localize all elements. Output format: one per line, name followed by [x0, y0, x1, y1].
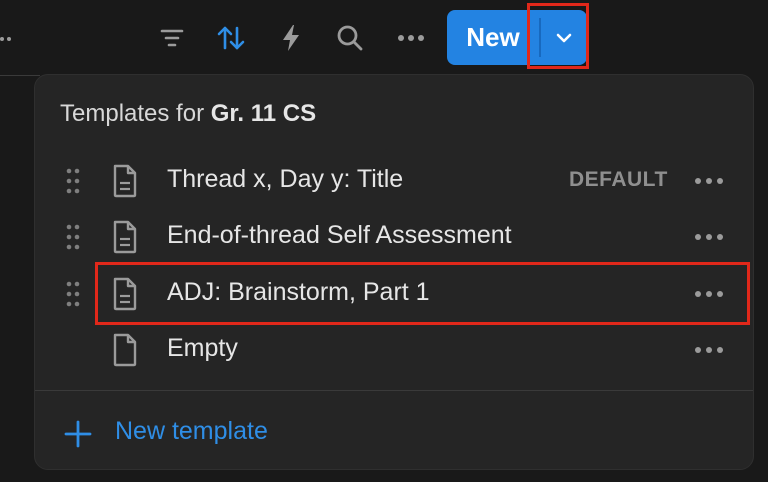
- popup-title: Templates for Gr. 11 CS: [60, 100, 316, 128]
- toolbar-divider: [0, 75, 40, 76]
- more-icon: [695, 291, 723, 297]
- filter-icon[interactable]: [155, 21, 189, 55]
- drag-handle-icon[interactable]: [65, 223, 81, 251]
- template-item-label: End-of-thread Self Assessment: [167, 221, 512, 249]
- template-item-label: Thread x, Day y: Title: [167, 165, 404, 193]
- new-template-label: New template: [115, 417, 268, 445]
- template-item-label: ADJ: Brainstorm, Part 1: [167, 278, 430, 306]
- template-item[interactable]: Empty: [35, 326, 753, 374]
- new-button-label[interactable]: New: [447, 10, 539, 65]
- template-more-button[interactable]: [691, 169, 727, 193]
- template-item[interactable]: ADJ: Brainstorm, Part 1: [35, 270, 753, 318]
- toolbar: New: [0, 0, 768, 76]
- popup-divider: [35, 390, 753, 391]
- new-dropdown-button[interactable]: [541, 10, 587, 65]
- drag-handle-icon[interactable]: [65, 280, 81, 308]
- more-icon: [695, 347, 723, 353]
- document-icon: [113, 277, 137, 311]
- templates-popup: Templates for Gr. 11 CS Thread x, Day y:…: [34, 74, 754, 470]
- popup-title-prefix: Templates for: [60, 100, 205, 127]
- more-icon: [695, 178, 723, 184]
- template-item[interactable]: Thread x, Day y: Title DEFAULT: [35, 157, 753, 205]
- template-item-label: Empty: [167, 334, 238, 362]
- template-more-button[interactable]: [691, 282, 727, 306]
- document-icon: [113, 220, 137, 254]
- more-icon: [695, 234, 723, 240]
- template-more-button[interactable]: [691, 225, 727, 249]
- template-item[interactable]: End-of-thread Self Assessment: [35, 213, 753, 261]
- overflow-ellipsis-icon: [0, 37, 11, 41]
- popup-title-database: Gr. 11 CS: [210, 100, 317, 127]
- new-button[interactable]: New: [447, 10, 587, 65]
- automation-icon[interactable]: [274, 21, 308, 55]
- search-icon[interactable]: [333, 21, 367, 55]
- document-icon: [113, 164, 137, 198]
- plus-icon: [64, 420, 92, 448]
- new-template-button[interactable]: New template: [35, 409, 753, 457]
- drag-handle-icon[interactable]: [65, 167, 81, 195]
- chevron-down-icon: [556, 33, 572, 42]
- more-icon[interactable]: [394, 21, 428, 55]
- default-badge: DEFAULT: [569, 168, 668, 191]
- document-icon: [113, 333, 137, 367]
- template-more-button[interactable]: [691, 338, 727, 362]
- sort-icon[interactable]: [214, 21, 248, 55]
